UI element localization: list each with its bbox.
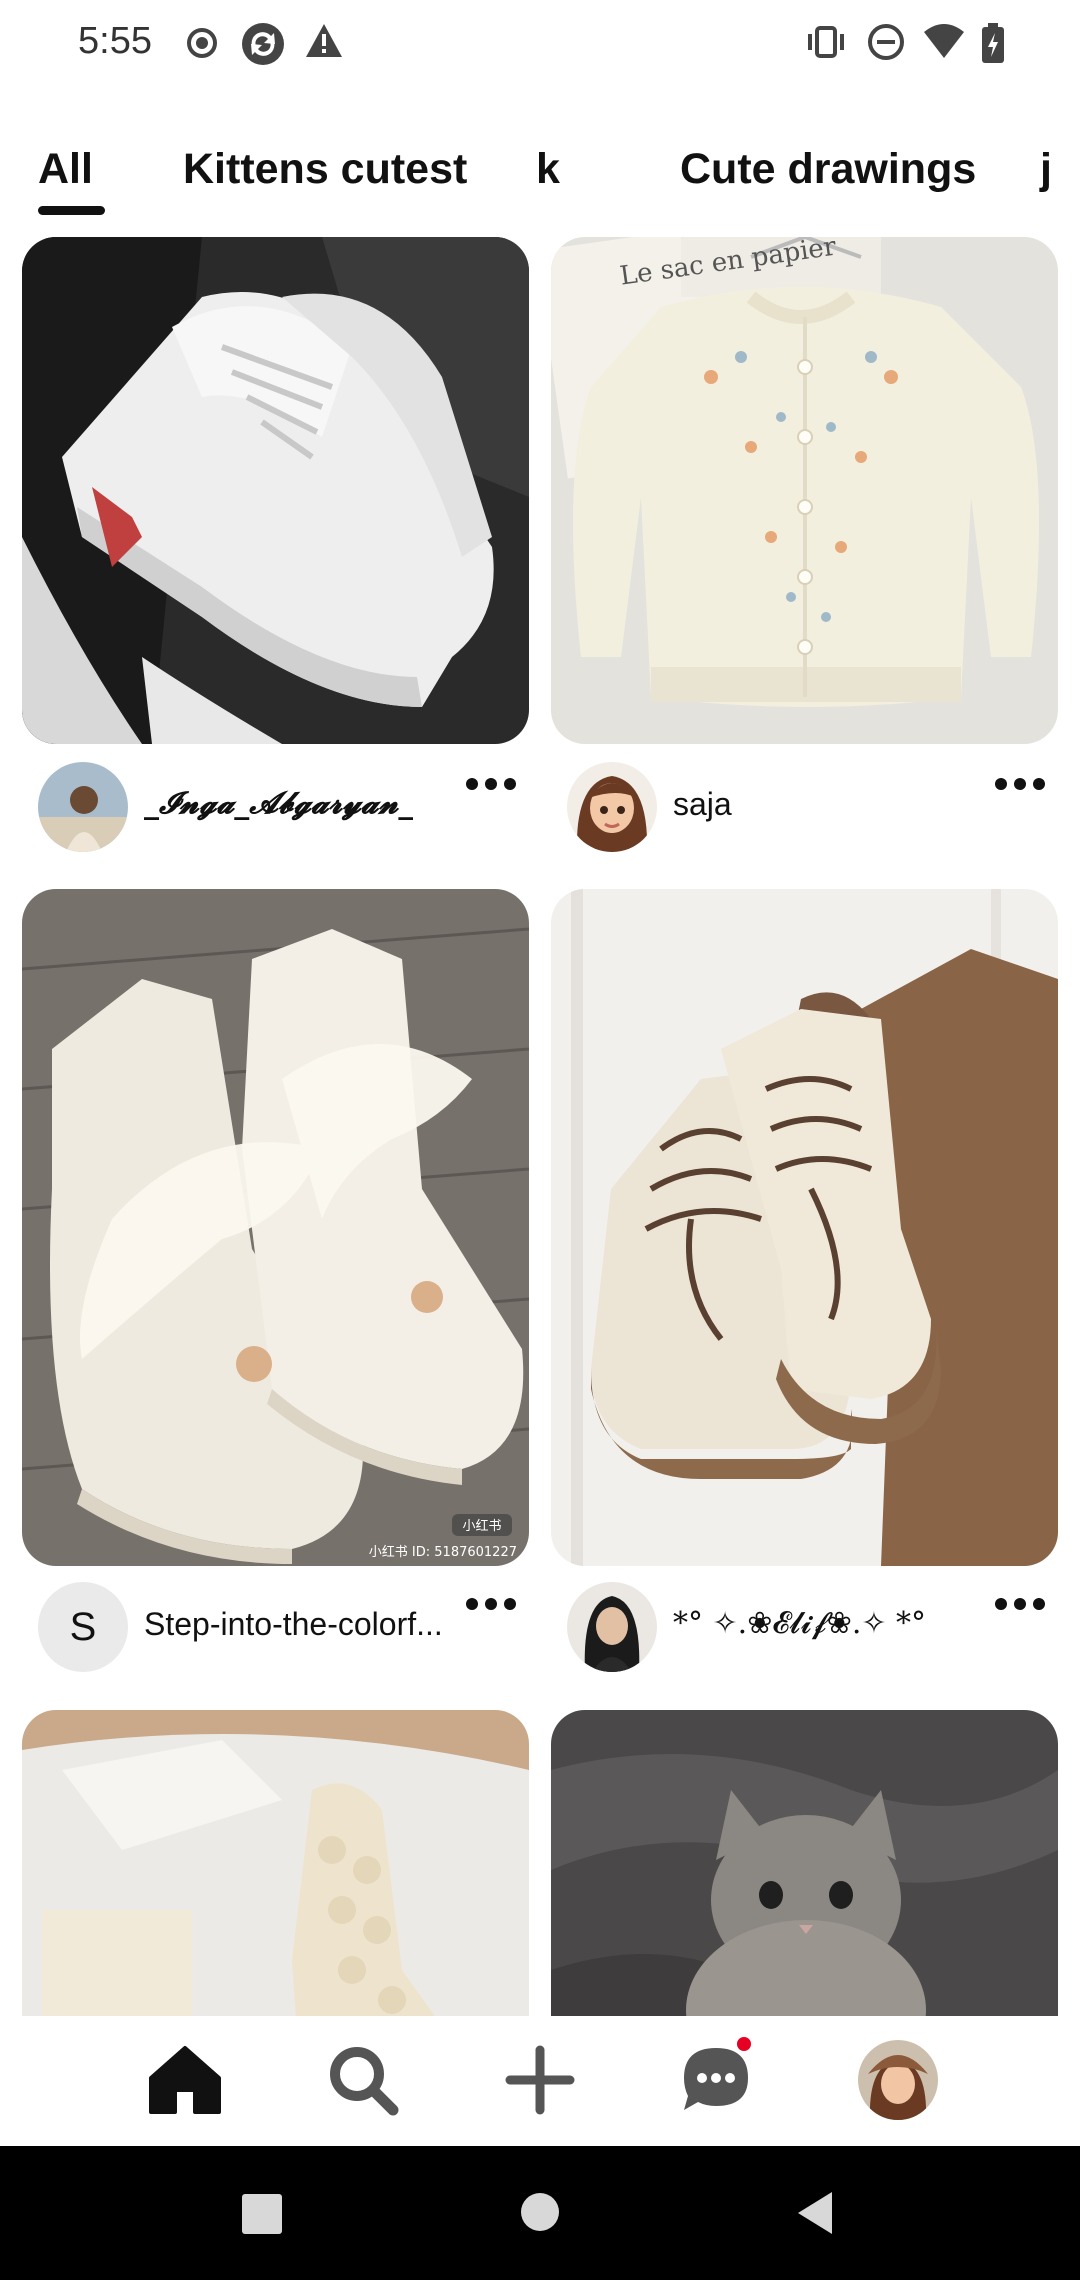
pin-image-kitten[interactable]: [551, 1710, 1058, 2016]
notification-dot: [735, 2035, 753, 2053]
more-options-icon[interactable]: [995, 1594, 1045, 1614]
author-name: *° ✧.❀𝓔𝓵𝓲𝓯❀.✧ *°: [673, 1606, 927, 1641]
system-navigation-bar: [0, 2146, 1080, 2280]
more-options-icon[interactable]: [466, 1594, 516, 1614]
back-button[interactable]: [796, 2190, 836, 2236]
pin-author[interactable]: saja: [567, 762, 1047, 852]
more-options-icon[interactable]: [995, 774, 1045, 794]
create-icon[interactable]: [500, 2040, 580, 2120]
home-button[interactable]: [520, 2192, 560, 2232]
avatar: [38, 762, 128, 852]
pin-author[interactable]: *° ✧.❀𝓔𝓵𝓲𝓯❀.✧ *°: [567, 1582, 1047, 1672]
author-name: Step-into-the-colorf...: [144, 1606, 443, 1642]
avatar: S: [38, 1582, 128, 1672]
avatar: [567, 762, 657, 852]
pin-image-brown-boots[interactable]: [551, 889, 1058, 1566]
pin-image-satin-hightops[interactable]: 小红书 小红书 ID: 5187601227: [22, 889, 529, 1566]
pin-image-cardigan[interactable]: Le sac en papier: [551, 237, 1058, 744]
avatar: [567, 1582, 657, 1672]
author-name: saja: [673, 786, 732, 822]
pin-feed[interactable]: _𝓘𝓷𝓰𝓪_𝓐𝓫𝓰𝓪𝓻𝔂𝓪𝓷_ Le sac en papier saja 小红…: [0, 0, 1080, 2016]
watermark-id: 小红书 ID: 5187601227: [369, 1544, 517, 1560]
recents-button[interactable]: [242, 2194, 282, 2234]
pin-image-fur-boots[interactable]: [22, 1710, 529, 2016]
author-name: _𝓘𝓷𝓰𝓪_𝓐𝓫𝓰𝓪𝓻𝔂𝓪𝓷_: [144, 786, 414, 821]
watermark-badge: 小红书: [462, 1518, 501, 1534]
home-icon[interactable]: [145, 2040, 225, 2120]
profile-avatar[interactable]: [858, 2040, 938, 2120]
pin-author[interactable]: _𝓘𝓷𝓰𝓪_𝓐𝓫𝓰𝓪𝓻𝔂𝓪𝓷_: [38, 762, 518, 852]
pin-author[interactable]: S Step-into-the-colorf...: [38, 1582, 518, 1672]
bottom-navigation: [0, 2016, 1080, 2146]
search-icon[interactable]: [323, 2040, 403, 2120]
more-options-icon[interactable]: [466, 774, 516, 794]
pin-image-sneakers[interactable]: [22, 237, 529, 744]
avatar-initial: S: [69, 1605, 97, 1649]
